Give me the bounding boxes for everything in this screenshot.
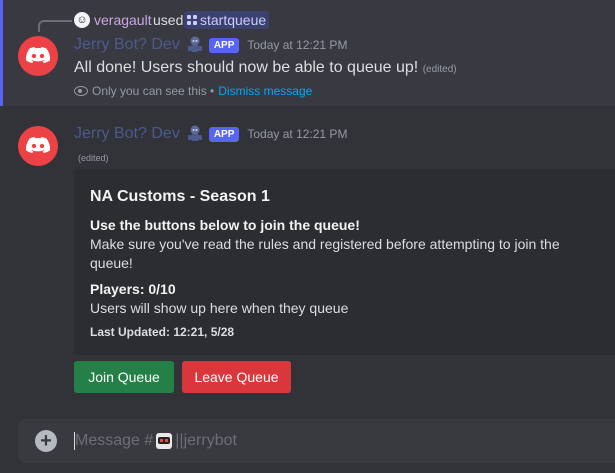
bot-decoration-icon [187,125,202,141]
slash-command-icon [187,15,197,25]
discord-logo-icon [26,47,50,64]
ephemeral-text: Only you can see this • [92,84,215,98]
embed-field-value: Make sure you've read the rules and regi… [90,236,560,271]
eye-icon [74,86,88,96]
message-header: Jerry Bot? Dev APP Today at 12:21 PM [74,124,347,144]
reply-connector [38,20,72,32]
reply-avatar[interactable]: ☺ [74,12,90,28]
bot-decoration-icon [187,36,202,52]
app-badge: APP [208,37,240,53]
message-content: All done! Users should now be able to qu… [74,58,457,80]
message-composer[interactable]: + Message # ||jerrybot [18,419,615,463]
edited-label: (edited) [78,153,109,163]
app-badge: APP [208,126,240,142]
embed-title: NA Customs - Season 1 [90,188,270,205]
message-input-placeholder[interactable]: Message # ||jerrybot [75,432,237,450]
players-count: Players: 0/10 [90,281,176,297]
add-attachment-button[interactable]: + [35,430,57,452]
bot-avatar[interactable] [18,36,58,76]
dismiss-message-link[interactable]: Dismiss message [218,84,312,98]
reply-username[interactable]: veragault [94,12,152,28]
queue-embed: NA Customs - Season 1 Use the buttons be… [74,169,615,355]
bot-avatar[interactable] [18,126,58,166]
channel-name: ||jerrybot [175,432,237,449]
edited-label: (edited) [422,64,457,75]
timestamp[interactable]: Today at 12:21 PM [247,127,347,141]
ephemeral-notice: Only you can see this • Dismiss message [74,84,312,98]
ephemeral-message: ☺ veragault used startqueue Jerry Bot? D… [0,0,615,106]
slash-command-chip[interactable]: startqueue [184,11,270,29]
author-name[interactable]: Jerry Bot? Dev [74,35,180,55]
message-text: All done! Users should now be able to qu… [74,59,419,76]
join-queue-button[interactable]: Join Queue [74,361,174,393]
embed-footer: Last Updated: 12:21, 5/28 [90,325,235,339]
timestamp[interactable]: Today at 12:21 PM [247,38,347,52]
highlight-bar [0,0,3,106]
slash-command-name: startqueue [200,12,267,28]
message-header: Jerry Bot? Dev APP Today at 12:21 PM [74,35,347,55]
placeholder-prefix: Message # [75,432,154,449]
discord-logo-icon [26,137,50,154]
channel-emoji-icon [156,433,173,449]
embed-field-name: Use the buttons below to join the queue! [90,217,360,233]
players-list-text: Users will show up here when they queue [90,300,349,316]
reply-verb: used [153,12,184,28]
leave-queue-button[interactable]: Leave Queue [182,361,291,393]
plus-icon: + [40,430,52,452]
author-name[interactable]: Jerry Bot? Dev [74,124,180,144]
